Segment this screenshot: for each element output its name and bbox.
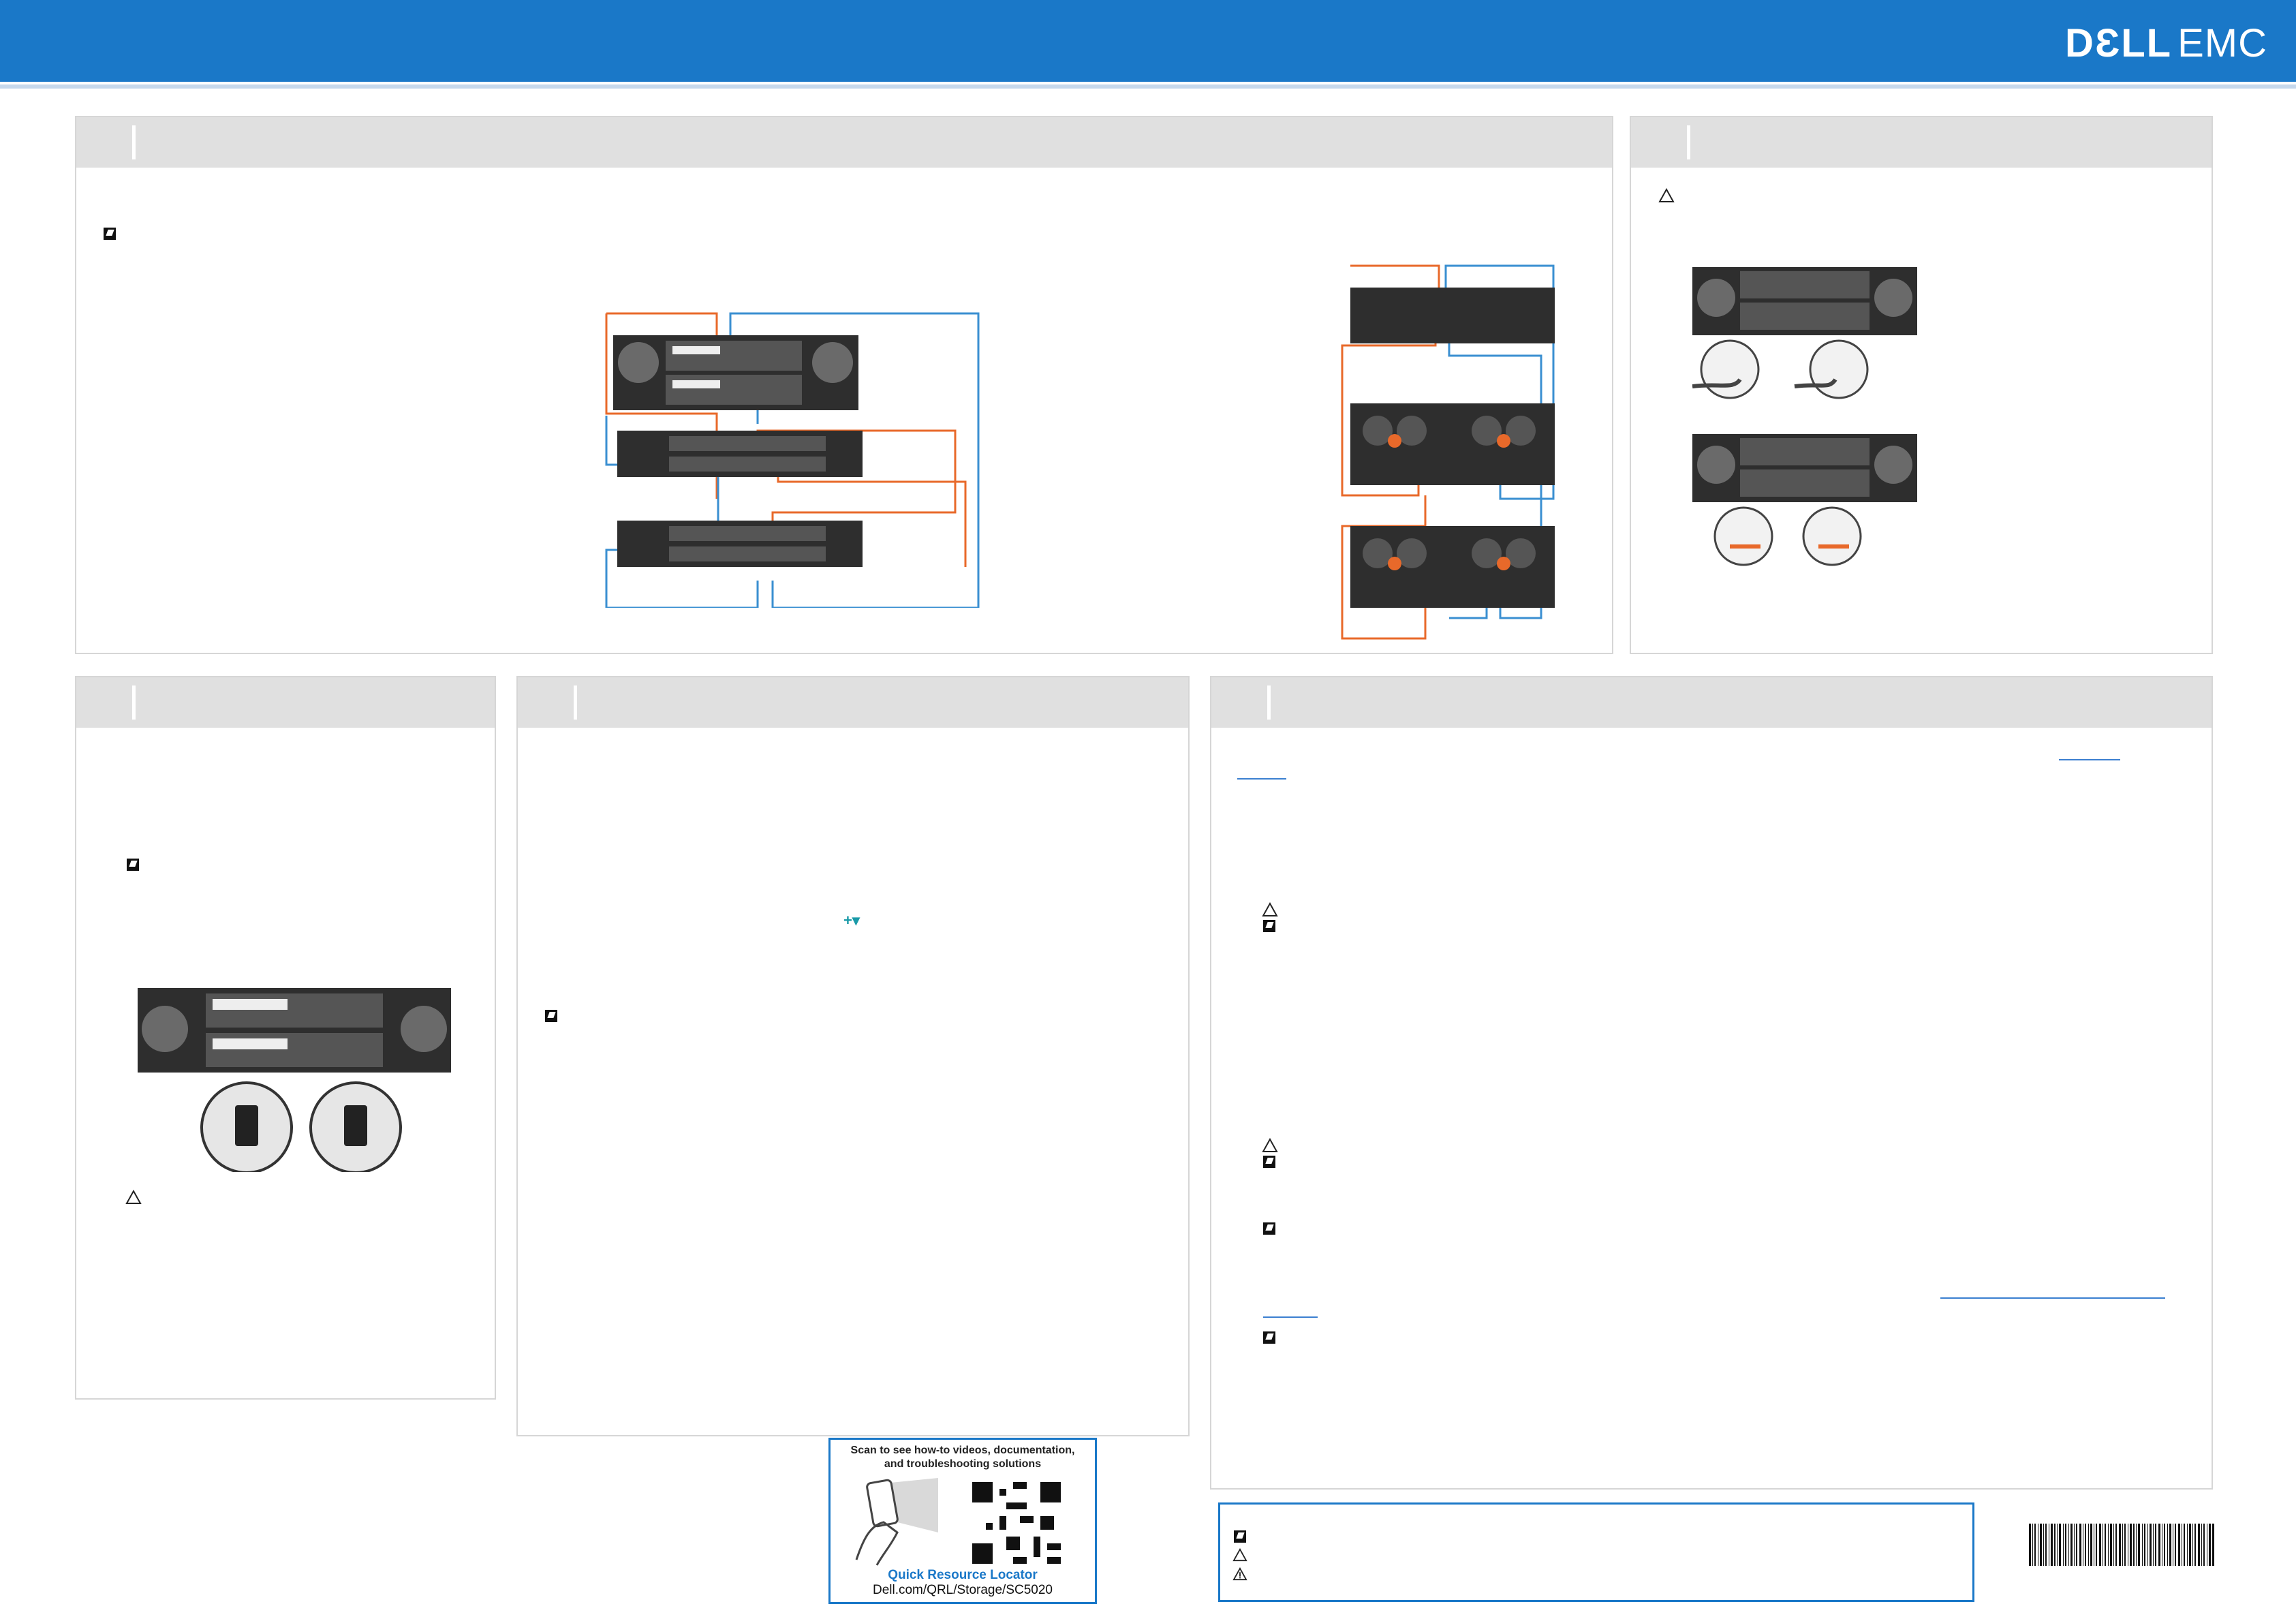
panel-header xyxy=(76,677,495,728)
qr-code-image xyxy=(972,1482,1061,1564)
note-icon xyxy=(1263,920,1275,932)
note-icon xyxy=(104,228,116,240)
panel-configure xyxy=(1210,676,2213,1490)
note-icon xyxy=(1263,1222,1275,1235)
note-icon xyxy=(127,859,139,871)
panel-header xyxy=(518,677,1188,728)
header-rule xyxy=(0,84,2296,89)
note-icon xyxy=(545,1010,557,1022)
panel-discover: +▾ xyxy=(516,676,1190,1436)
barcode xyxy=(2029,1524,2214,1566)
warning-triangle-icon xyxy=(1232,1567,1247,1581)
cabling-diagram-right xyxy=(1341,264,1555,640)
panel-header xyxy=(1211,677,2212,728)
power-switch-diagram xyxy=(138,988,451,1172)
legend-box xyxy=(1218,1502,1974,1602)
qr-label: Quick Resource Locator xyxy=(888,1568,1038,1582)
cabling-diagram-left xyxy=(605,312,980,608)
qr-title-line1: Scan to see how-to videos, documentation… xyxy=(850,1445,1075,1456)
caution-triangle-icon xyxy=(1262,902,1278,916)
panel-power-cables xyxy=(1630,116,2213,654)
qr-title-line2: and troubleshooting solutions xyxy=(884,1458,1042,1470)
caution-triangle-icon xyxy=(1262,1138,1278,1152)
logo-emc: EMC xyxy=(2177,21,2267,65)
phone-scan-illustration xyxy=(855,1478,938,1566)
note-icon xyxy=(1234,1530,1246,1543)
panel-header xyxy=(1631,117,2212,168)
link-underline[interactable] xyxy=(1237,778,1286,780)
caution-triangle-icon xyxy=(125,1190,142,1204)
expand-icon[interactable]: +▾ xyxy=(843,912,860,929)
qr-title: Scan to see how-to videos, documentation… xyxy=(831,1444,1095,1471)
link-underline[interactable] xyxy=(1263,1316,1318,1318)
header-bar xyxy=(0,0,2296,82)
caution-triangle-icon xyxy=(1232,1548,1247,1562)
link-underline[interactable] xyxy=(1940,1297,2165,1299)
note-icon xyxy=(1263,1156,1275,1168)
logo-dell: DƐLL xyxy=(2065,21,2173,65)
dell-emc-logo: DƐLL EMC xyxy=(2065,23,2267,64)
panel-power-on xyxy=(75,676,496,1400)
link-underline[interactable] xyxy=(2059,759,2120,760)
panel-header xyxy=(76,117,1612,168)
panel-cabling xyxy=(75,116,1613,654)
quick-resource-locator[interactable]: Scan to see how-to videos, documentation… xyxy=(828,1438,1097,1604)
power-cable-diagram xyxy=(1692,267,1917,566)
qr-url[interactable]: Dell.com/QRL/Storage/SC5020 xyxy=(831,1583,1095,1598)
note-icon xyxy=(1263,1331,1275,1344)
caution-triangle-icon xyxy=(1658,188,1675,202)
